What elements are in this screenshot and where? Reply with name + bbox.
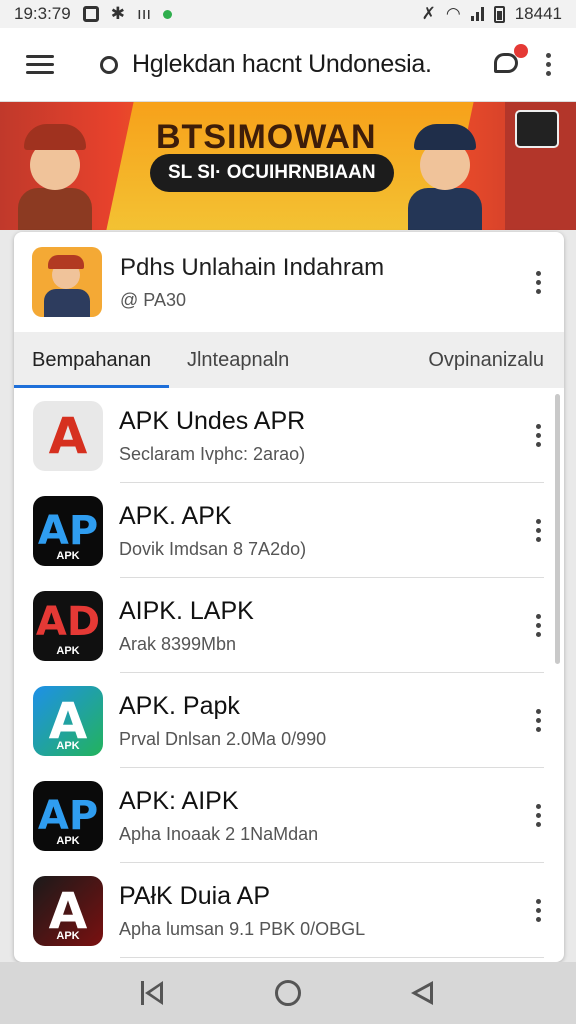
- featured-app-title: Pdhs Unlahain Indahram: [120, 253, 385, 281]
- list-item[interactable]: A APK APK. Papk Prval Dnlsan 2.0Ma 0/990: [14, 673, 564, 768]
- home-icon[interactable]: [275, 980, 301, 1006]
- app-bar: Hglekdan hacnt Undonesia.: [0, 28, 576, 102]
- featured-app-icon: [32, 247, 102, 317]
- tab-2[interactable]: Ovpinanizalu: [410, 332, 564, 388]
- system-nav-bar: [0, 962, 576, 1024]
- app-icon: A APK: [33, 875, 103, 946]
- more-options-icon[interactable]: [542, 53, 554, 76]
- notification-icon[interactable]: [494, 43, 528, 77]
- back-icon[interactable]: [411, 981, 435, 1005]
- more-options-icon[interactable]: [532, 709, 544, 732]
- app-name: AIPK. LAPK: [119, 596, 254, 625]
- app-icon: A: [33, 400, 103, 471]
- app-name: PAłK Duia AP: [119, 881, 271, 910]
- image-notification-icon: [82, 6, 99, 22]
- list-item[interactable]: AP APK APK: AIPK Apha Inoaak 2 1NaMdan: [14, 768, 564, 863]
- list-item[interactable]: AP APK APK. APK Dovik Imdsan 8 7A2do): [14, 483, 564, 578]
- officer-illustration-left: [10, 110, 100, 230]
- more-options-icon[interactable]: [532, 519, 544, 542]
- vibrate-icon: ✗: [421, 4, 436, 23]
- app-icon: AP APK: [33, 780, 103, 851]
- app-name: APK Undes APR: [119, 406, 306, 435]
- tab-bar: Bempahanan Jlnteapnaln Ovpinanizalu: [14, 332, 564, 388]
- app-icon: A APK: [33, 685, 103, 756]
- more-options-icon[interactable]: [532, 899, 544, 922]
- bluetooth-icon: ✱: [110, 4, 125, 23]
- app-meta: Apha lumsan 9.1 PBK 0/OBGL: [119, 918, 366, 939]
- banner-title: BTSIMOWAN: [156, 118, 377, 156]
- menu-icon[interactable]: [26, 55, 54, 74]
- list-item[interactable]: A APK PAłK Duia AP Apha lumsan 9.1 PBK 0…: [14, 863, 564, 958]
- signal-notification-icon: ııı: [136, 4, 152, 23]
- officer-illustration-right: [400, 110, 490, 230]
- promo-banner[interactable]: BTSIMOWAN SL SI· OCUIHRNBIAAN: [0, 102, 576, 230]
- list-item[interactable]: AD APK AIPK. LAPK Arak 8399Mbn: [14, 578, 564, 673]
- tab-0[interactable]: Bempahanan: [14, 332, 169, 388]
- green-dot-icon: [163, 9, 173, 19]
- app-name: APK. Papk: [119, 691, 240, 720]
- app-meta: Seclaram Ivphc: 2arao): [119, 443, 306, 464]
- cell-signal-icon: [470, 7, 484, 21]
- list-scrollbar[interactable]: [555, 394, 560, 664]
- app-icon: AD APK: [33, 590, 103, 661]
- list-item[interactable]: A APK Undes APR Seclaram Ivphc: 2arao): [14, 388, 564, 483]
- featured-app-subtitle: @ PA30: [120, 289, 186, 310]
- featured-app-row[interactable]: Pdhs Unlahain Indahram @ PA30: [14, 232, 564, 332]
- status-time: 19:3:79: [14, 4, 71, 23]
- app-list: A APK Undes APR Seclaram Ivphc: 2arao) A…: [14, 388, 564, 958]
- app-meta: Prval Dnlsan 2.0Ma 0/990: [119, 728, 327, 749]
- kiosk-illustration: [505, 102, 576, 230]
- search-icon[interactable]: [100, 55, 118, 74]
- recents-icon[interactable]: [141, 981, 165, 1005]
- app-meta: Apha Inoaak 2 1NaMdan: [119, 823, 319, 844]
- status-bar: 19:3:79 ✱ ııı ✗ ◠ 18441: [0, 0, 576, 28]
- battery-icon: [493, 5, 505, 23]
- banner-subtitle: SL SI· OCUIHRNBIAAN: [150, 154, 394, 192]
- tab-1[interactable]: Jlnteapnaln: [169, 332, 307, 388]
- app-icon: AP APK: [33, 495, 103, 566]
- app-name: APK: AIPK: [119, 786, 239, 815]
- app-meta: Dovik Imdsan 8 7A2do): [119, 538, 307, 559]
- app-meta: Arak 8399Mbn: [119, 633, 237, 654]
- more-options-icon[interactable]: [532, 804, 544, 827]
- notification-badge: [514, 43, 528, 58]
- more-options-icon[interactable]: [532, 424, 544, 447]
- app-list-card: Pdhs Unlahain Indahram @ PA30 Bempahanan…: [14, 232, 564, 962]
- more-options-icon[interactable]: [532, 614, 544, 637]
- wifi-icon: ◠: [445, 4, 461, 23]
- featured-more-icon[interactable]: [532, 270, 544, 294]
- app-bar-title: Hglekdan hacnt Undonesia.: [132, 50, 432, 78]
- battery-text: 18441: [514, 4, 562, 23]
- app-name: APK. APK: [119, 501, 232, 530]
